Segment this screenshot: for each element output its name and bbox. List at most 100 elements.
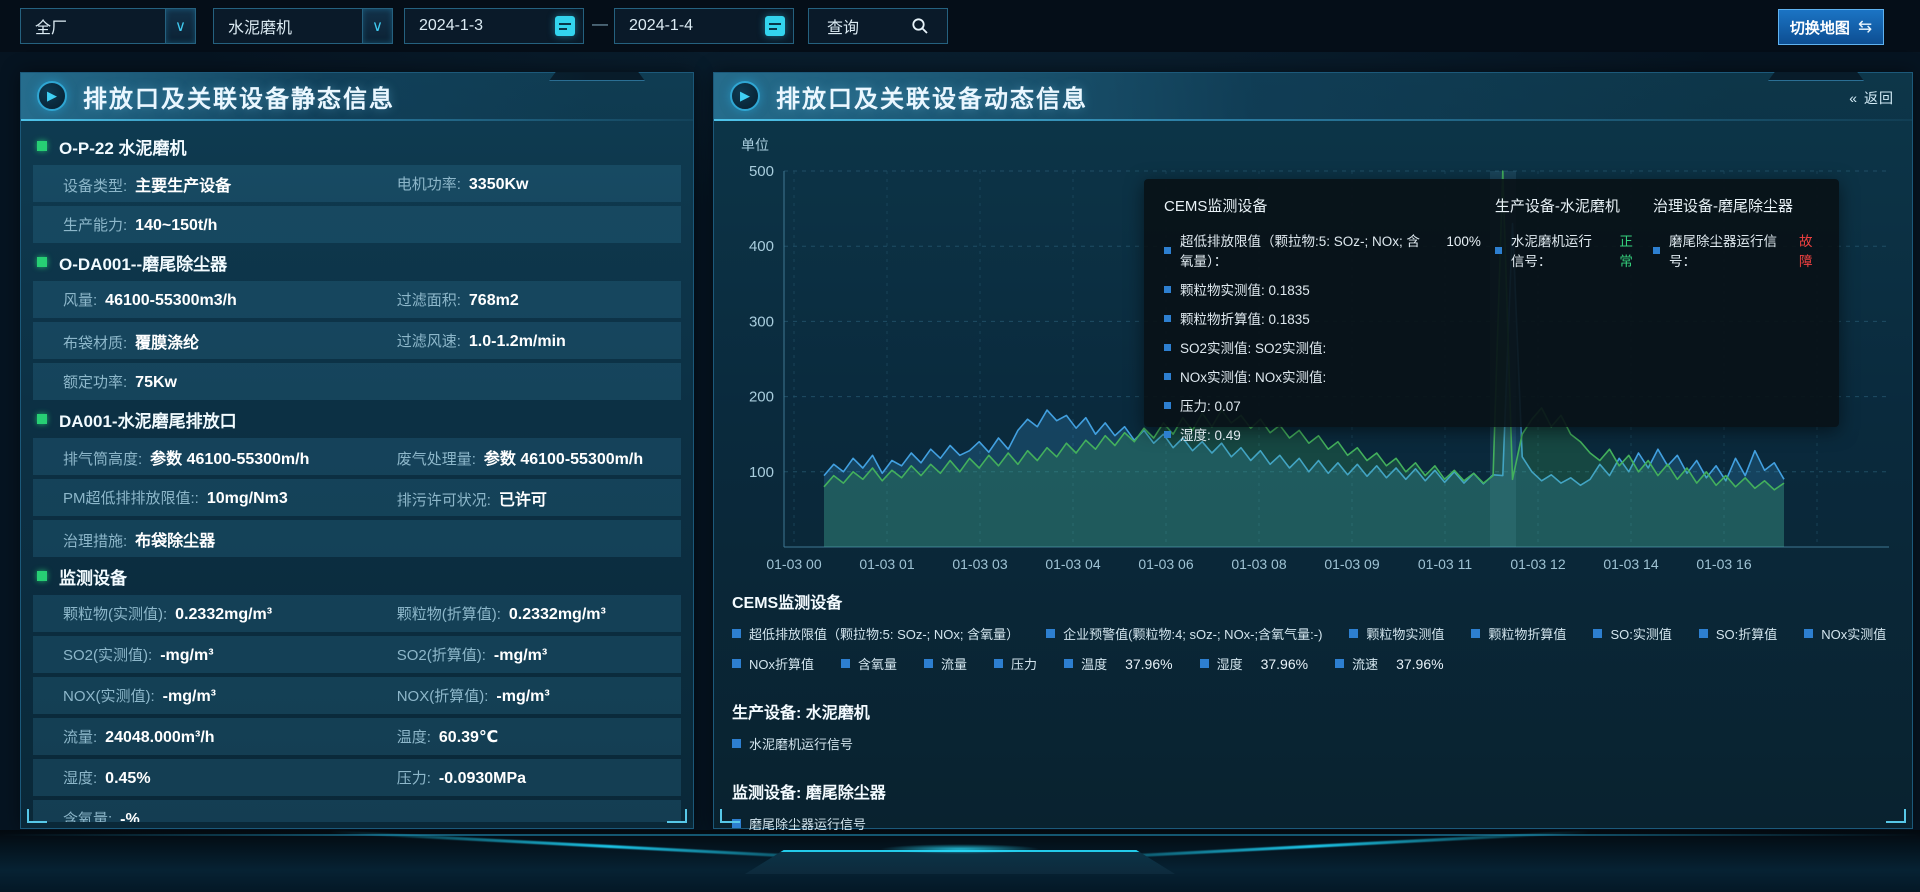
legend-row: 超低排放限值（颗拉物:5: SOz-; NOx; 含氧量） 企业预警值(颗粒物:4…	[732, 624, 1898, 643]
tooltip-item: 颗粒物实测值: 0.1835	[1164, 279, 1481, 299]
tooltip-item: SO2实测值: SO2实测值:	[1164, 337, 1481, 357]
legend-item[interactable]: 超低排放限值（颗拉物:5: SOz-; NOx; 含氧量）	[732, 624, 1019, 643]
legend-item-value: 37.96%	[1125, 656, 1172, 672]
legend-item[interactable]: 水泥磨机运行信号	[732, 734, 853, 753]
back-icon: «	[1849, 90, 1858, 106]
legend-item[interactable]: 流速37.96%	[1335, 654, 1444, 673]
tooltip-column-title: CEMS监测设备	[1164, 195, 1481, 216]
info-row: 额定功率:75Kw	[33, 363, 681, 400]
legend-marker-icon	[1164, 431, 1171, 438]
legend-item[interactable]: 流量	[924, 654, 967, 673]
chevron-down-icon[interactable]: ∨	[165, 9, 195, 43]
svg-text:01-03 00: 01-03 00	[766, 556, 821, 572]
svg-text:01-03 12: 01-03 12	[1510, 556, 1565, 572]
info-value: 主要生产设备	[135, 172, 231, 196]
svg-text:100: 100	[749, 464, 774, 481]
info-value: 布袋除尘器	[135, 527, 215, 551]
switch-map-button[interactable]: 切换地图 ⇆	[1778, 9, 1884, 45]
legend-marker-icon	[1200, 659, 1209, 668]
legend-item-label: 温度	[1081, 654, 1107, 673]
info-cell: 压力: -0.0930MPa	[397, 767, 681, 788]
legend-marker-icon	[1164, 402, 1171, 409]
info-value: 24048.000m³/h	[105, 729, 214, 747]
legend-marker-icon	[1164, 247, 1171, 254]
section-title: O-DA001--磨尾除尘器	[59, 250, 227, 275]
info-cell: 颗粒物(折算值): 0.2332mg/m³	[397, 603, 681, 624]
info-value: -mg/m³	[494, 647, 547, 665]
tooltip-item: 磨尾除尘器运行信号：故障	[1653, 230, 1821, 270]
info-label: 风量:	[63, 289, 97, 310]
tooltip-item-label: 超低排放限值（颗拉物:5: SOz-; NOx; 含氧量）：	[1180, 230, 1426, 270]
tooltip-column-title: 生产设备-水泥磨机	[1495, 195, 1639, 216]
tooltip-item: 湿度: 0.49	[1164, 424, 1481, 444]
tooltip-item-label: 湿度: 0.49	[1180, 424, 1241, 444]
green-bullet-icon	[37, 571, 47, 581]
info-label: 含氧量:	[63, 808, 112, 822]
legend-marker-icon	[1164, 373, 1171, 380]
svg-text:500: 500	[749, 163, 774, 180]
legend-item-label: 含氧量	[858, 654, 897, 673]
info-label: 治理措施:	[63, 530, 127, 551]
calendar-icon[interactable]	[555, 16, 575, 36]
legend-marker-icon	[841, 659, 850, 668]
device-select[interactable]: 水泥磨机 ∨	[213, 8, 393, 44]
green-bullet-icon	[37, 414, 47, 424]
legend-item[interactable]: 湿度37.96%	[1200, 654, 1309, 673]
info-row: PM超低排排放限值::10mg/Nm3排污许可状况:已许可	[33, 479, 681, 516]
end-date-input[interactable]: 2024-1-4	[614, 8, 794, 44]
legend-item[interactable]: 企业预警值(颗粒物:4; sOz-; NOx-;含氧气量:-)	[1046, 624, 1322, 643]
legend-item[interactable]: SO:折算值	[1699, 624, 1777, 643]
legend-item-value: 37.96%	[1396, 656, 1443, 672]
info-value: 0.45%	[105, 770, 150, 788]
legend-marker-icon	[1335, 659, 1344, 668]
chevron-down-icon[interactable]: ∨	[362, 9, 392, 43]
legend-item[interactable]: 含氧量	[841, 654, 897, 673]
legend-item[interactable]: 温度 37.96%	[1064, 654, 1173, 673]
plant-select[interactable]: 全厂 ∨	[20, 8, 196, 44]
legend-marker-icon	[1699, 629, 1708, 638]
legend-item[interactable]: SO:实测值	[1593, 624, 1671, 643]
tooltip-item: 超低排放限值（颗拉物:5: SOz-; NOx; 含氧量）：100%	[1164, 230, 1481, 270]
legend-item-label: 企业预警值(颗粒物:4; sOz-; NOx-;含氧气量:-)	[1063, 624, 1322, 643]
legend-item[interactable]: 颗粒物实测值	[1349, 624, 1444, 643]
info-cell: 温度:60.39℃	[397, 726, 681, 747]
legend-marker-icon	[732, 629, 741, 638]
static-info-panel: ▶ 排放口及关联设备静态信息 O-P-22 水泥磨机设备类型:主要生产设备电机功…	[20, 72, 694, 829]
date-range-separator: —	[592, 16, 608, 34]
legend-item[interactable]: NOx折算值	[732, 654, 814, 673]
search-icon	[911, 17, 929, 35]
query-button-label: 查询	[827, 14, 859, 38]
back-link[interactable]: « 返回	[1849, 88, 1894, 108]
info-label: 压力:	[397, 767, 431, 788]
info-label: 废气处理量:	[397, 448, 476, 469]
back-label: 返回	[1864, 88, 1894, 108]
corner-decoration	[27, 809, 47, 823]
tooltip-column-title: 治理设备-磨尾除尘器	[1653, 195, 1821, 216]
start-date-input[interactable]: 2024-1-3	[404, 8, 584, 44]
info-row: NOX(实测值):-mg/m³NOX(折算值):-mg/m³	[33, 677, 681, 714]
info-cell: 湿度: 0.45%	[63, 767, 397, 788]
tooltip-column: 生产设备-水泥磨机水泥磨机运行信号：正常	[1495, 195, 1639, 427]
legend-marker-icon	[1653, 247, 1660, 254]
legend-marker-icon	[1064, 659, 1073, 668]
legend-item[interactable]: 颗粒物折算值	[1471, 624, 1566, 643]
info-cell: 治理措施: 布袋除尘器	[63, 527, 397, 551]
legend-item[interactable]: 压力	[994, 654, 1037, 673]
info-value: 0.2332mg/m³	[509, 606, 606, 624]
legend-marker-icon	[1349, 629, 1358, 638]
info-label: 过滤风速:	[397, 330, 461, 351]
legend-marker-icon	[1164, 344, 1171, 351]
footer-emblem-glow	[880, 844, 1040, 854]
info-cell: 电机功率:3350Kw	[397, 173, 681, 194]
legend-item[interactable]: NOx实测值	[1804, 624, 1886, 643]
info-label: 颗粒物(折算值):	[397, 603, 501, 624]
query-button[interactable]: 查询	[808, 8, 948, 44]
tooltip-item-label: 磨尾除尘器运行信号：	[1669, 230, 1779, 270]
info-value: -0.0930MPa	[439, 770, 526, 788]
info-label: 湿度:	[63, 767, 97, 788]
calendar-icon[interactable]	[765, 16, 785, 36]
info-cell: 过滤风速:1.0-1.2m/min	[397, 330, 681, 351]
info-cell: 生产能力:140~150t/h	[63, 214, 397, 235]
section-header: O-DA001--磨尾除尘器	[37, 247, 677, 277]
dynamic-info-header: ▶ 排放口及关联设备动态信息 « 返回	[714, 73, 1912, 119]
